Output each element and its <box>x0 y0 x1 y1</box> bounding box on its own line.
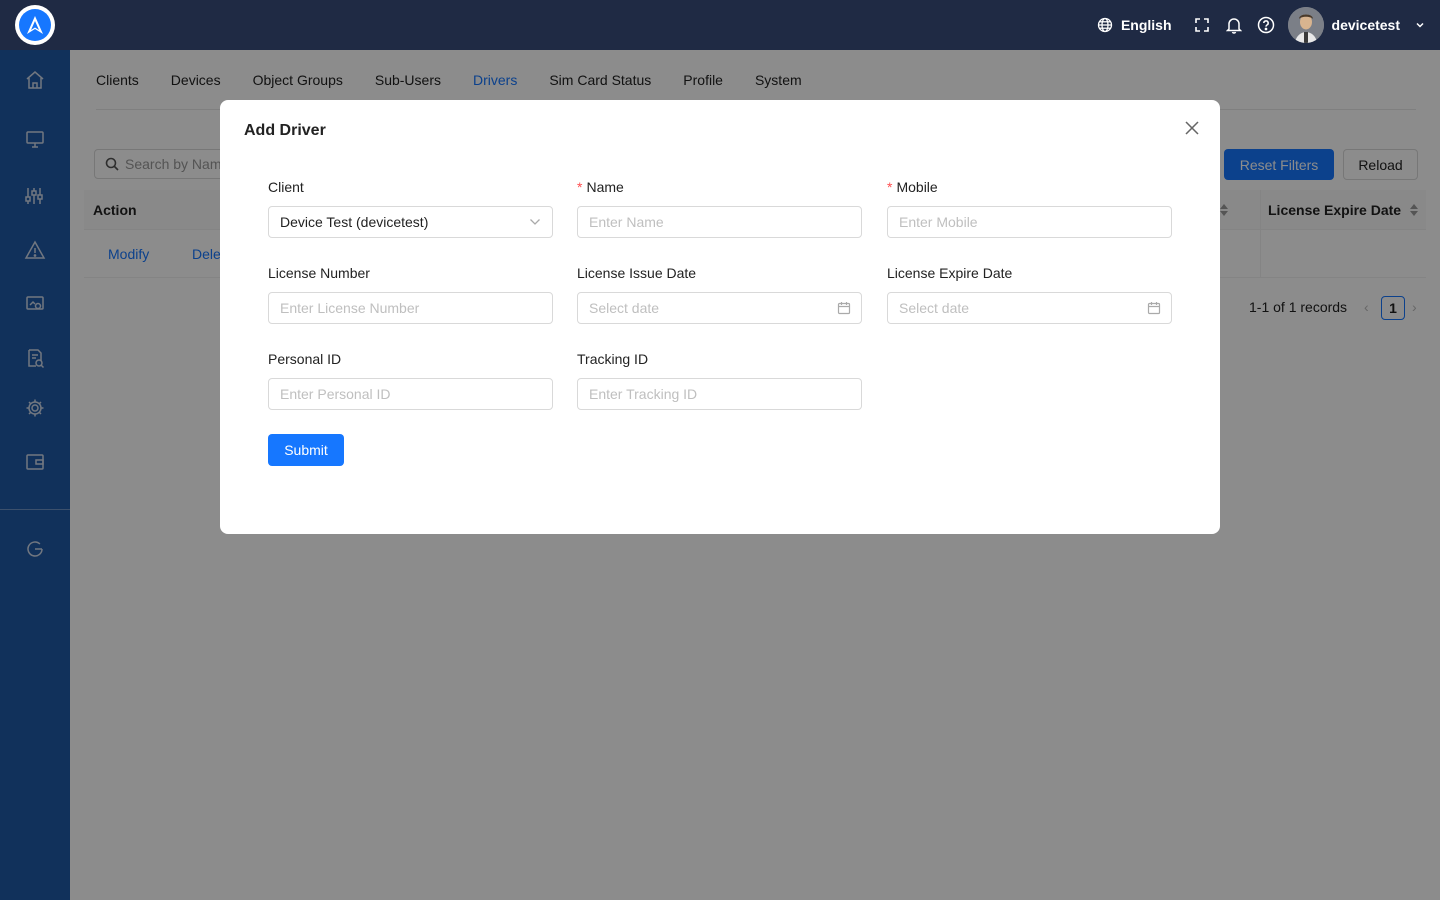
tracking-id-input[interactable]: Enter Tracking ID <box>577 378 862 410</box>
globe-icon <box>1097 17 1113 33</box>
submit-button[interactable]: Submit <box>268 434 344 466</box>
mobile-placeholder: Enter Mobile <box>899 214 978 230</box>
name-input[interactable]: Enter Name <box>577 206 862 238</box>
top-bar: English devicetest <box>0 0 1440 50</box>
license-issue-date-picker[interactable]: Select date <box>577 292 862 324</box>
mobile-input[interactable]: Enter Mobile <box>887 206 1172 238</box>
personal-id-input[interactable]: Enter Personal ID <box>268 378 553 410</box>
client-label: Client <box>268 179 304 195</box>
calendar-icon <box>837 302 851 315</box>
avatar[interactable] <box>1287 7 1324 43</box>
bell-icon[interactable] <box>1218 0 1250 50</box>
name-label-text: Name <box>586 179 624 195</box>
license-expire-date-label: License Expire Date <box>887 265 1013 281</box>
add-driver-modal: Add Driver Client Device Test (devicetes… <box>220 100 1220 534</box>
license-number-placeholder: Enter License Number <box>280 300 420 316</box>
license-expire-date-placeholder: Select date <box>899 300 970 316</box>
username[interactable]: devicetest <box>1332 17 1400 33</box>
top-bar-actions: English devicetest <box>1097 0 1440 50</box>
language-label: English <box>1120 17 1172 33</box>
name-label: * Name <box>577 179 624 195</box>
mobile-label: * Mobile <box>887 179 938 195</box>
close-icon[interactable] <box>1183 119 1201 137</box>
mobile-label-text: Mobile <box>896 179 938 195</box>
license-number-label: License Number <box>268 265 370 281</box>
language-selector[interactable]: English <box>1097 17 1172 33</box>
personal-id-label: Personal ID <box>268 351 342 367</box>
tracking-id-label: Tracking ID <box>577 351 649 367</box>
name-placeholder: Enter Name <box>589 214 664 230</box>
calendar-icon <box>1147 302 1161 315</box>
license-issue-date-placeholder: Select date <box>589 300 660 316</box>
license-expire-date-picker[interactable]: Select date <box>887 292 1172 324</box>
tracking-id-placeholder: Enter Tracking ID <box>589 386 698 402</box>
fullscreen-icon[interactable] <box>1186 0 1218 50</box>
chevron-down-icon <box>530 219 540 225</box>
logo-icon <box>19 9 51 41</box>
modal-title: Add Driver <box>244 122 326 139</box>
help-icon[interactable] <box>1250 0 1282 50</box>
client-select[interactable]: Device Test (devicetest) <box>268 206 553 238</box>
app-logo[interactable] <box>15 5 55 45</box>
client-select-value: Device Test (devicetest) <box>280 214 429 230</box>
personal-id-placeholder: Enter Personal ID <box>280 386 391 402</box>
license-number-input[interactable]: Enter License Number <box>268 292 553 324</box>
chevron-down-icon[interactable] <box>1400 20 1440 30</box>
license-issue-date-label: License Issue Date <box>577 265 697 281</box>
required-mark: * <box>887 179 893 195</box>
required-mark: * <box>577 179 583 195</box>
